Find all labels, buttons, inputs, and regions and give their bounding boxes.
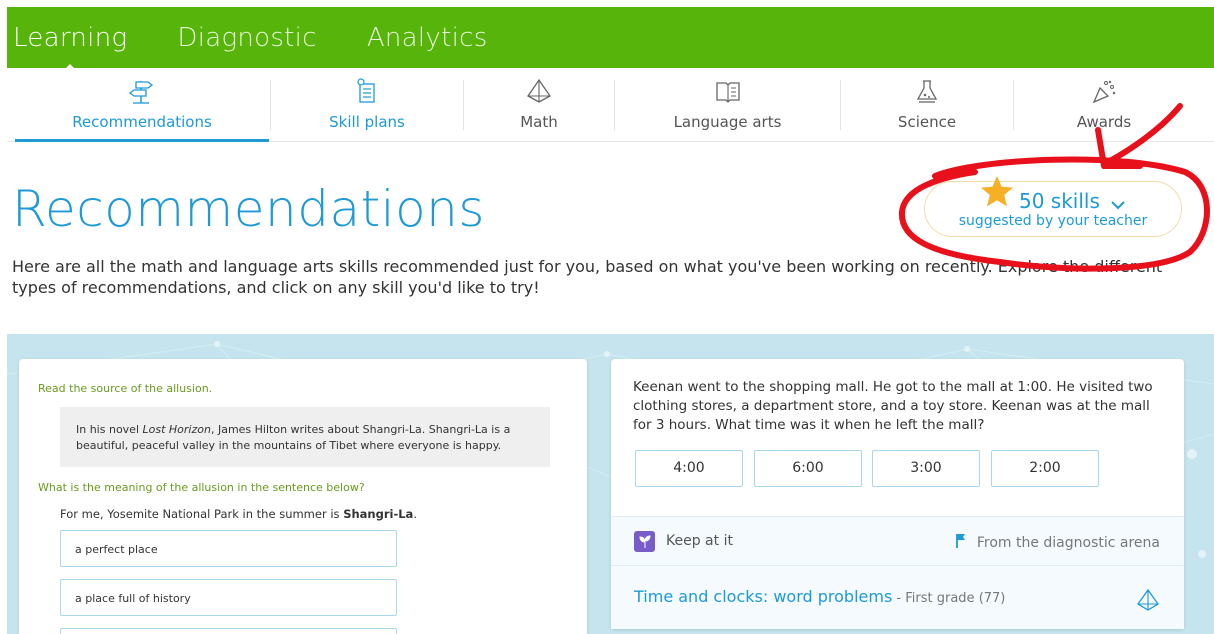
top-nav: Learning Diagnostic Analytics bbox=[7, 7, 532, 72]
signpost-icon bbox=[127, 78, 157, 104]
top-nav-analytics-label: Analytics bbox=[366, 22, 488, 53]
sub-nav-recommendations-label: Recommendations bbox=[72, 113, 212, 131]
sentence-text: For me, Yosemite National Park in the su… bbox=[60, 507, 344, 521]
sub-nav-recommendations[interactable]: Recommendations bbox=[15, 68, 269, 142]
sentence-end: . bbox=[413, 507, 417, 521]
sub-nav-awards-label: Awards bbox=[1076, 113, 1132, 131]
allusion-sentence: For me, Yosemite National Park in the su… bbox=[60, 507, 417, 521]
top-nav-learning[interactable]: Learning bbox=[13, 22, 128, 72]
quote-book-title: Lost Horizon bbox=[142, 423, 211, 436]
question-prompt: What is the meaning of the allusion in t… bbox=[38, 481, 365, 494]
answer-choice[interactable]: a place full of history bbox=[60, 579, 397, 616]
sub-nav-math-label: Math bbox=[520, 113, 558, 131]
sub-nav-language-arts-label: Language arts bbox=[673, 113, 782, 131]
allusion-question-card[interactable]: Read the source of the allusion. In his … bbox=[19, 359, 587, 634]
pyramid-icon bbox=[524, 78, 554, 104]
top-nav-analytics[interactable]: Analytics bbox=[367, 23, 488, 53]
sprout-icon bbox=[634, 531, 655, 552]
star-icon bbox=[979, 174, 1015, 214]
book-icon bbox=[713, 78, 743, 104]
skill-grade: - First grade (77) bbox=[892, 591, 1006, 606]
skill-row: Time and clocks: word problems - First g… bbox=[611, 566, 1184, 629]
sub-nav-skill-plans-label: Skill plans bbox=[329, 113, 405, 131]
sub-nav-skill-plans[interactable]: Skill plans bbox=[271, 68, 463, 141]
answer-button[interactable]: 6:00 bbox=[754, 450, 862, 487]
allusion-source-box: In his novel Lost Horizon, James Hilton … bbox=[60, 407, 550, 467]
flask-icon bbox=[912, 78, 942, 104]
party-popper-icon bbox=[1089, 78, 1119, 104]
sub-nav-language-arts[interactable]: Language arts bbox=[615, 68, 840, 141]
top-nav-diagnostic-label: Diagnostic bbox=[177, 22, 317, 53]
answer-button[interactable]: 4:00 bbox=[635, 450, 743, 487]
skills-badge-subtitle: suggested by your teacher bbox=[958, 213, 1148, 229]
top-nav-learning-label: Learning bbox=[13, 22, 128, 53]
sub-nav-science-label: Science bbox=[897, 113, 957, 131]
sub-nav-science[interactable]: Science bbox=[841, 68, 1013, 141]
skills-count-label: 50 skills bbox=[1019, 189, 1100, 213]
recommendation-meta: Keep at it From the diagnostic arena bbox=[611, 516, 1184, 566]
answer-button[interactable]: 3:00 bbox=[872, 450, 980, 487]
page-title: Recommendations bbox=[12, 180, 485, 238]
sub-nav: Recommendations Skill plans Math Languag… bbox=[7, 68, 1214, 142]
math-question-card[interactable]: Keenan went to the shopping mall. He got… bbox=[611, 359, 1184, 629]
recommendation-type: Keep at it bbox=[666, 533, 733, 549]
quote-text: In his novel bbox=[76, 423, 143, 436]
answer-choice[interactable] bbox=[60, 628, 397, 634]
sub-nav-awards[interactable]: Awards bbox=[1014, 68, 1194, 141]
recommendation-source: From the diagnostic arena bbox=[955, 533, 1160, 553]
answer-button[interactable]: 2:00 bbox=[991, 450, 1099, 487]
skill-link[interactable]: Time and clocks: word problems - First g… bbox=[634, 587, 1005, 606]
skill-plan-icon bbox=[352, 78, 382, 104]
teacher-suggested-skills-button[interactable]: 50 skills suggested by your teacher bbox=[924, 176, 1182, 237]
flag-icon bbox=[955, 533, 977, 553]
skills-count: 50 skills bbox=[1019, 189, 1126, 215]
sub-nav-math[interactable]: Math bbox=[464, 68, 614, 141]
recommendation-source-label: From the diagnostic arena bbox=[976, 535, 1160, 551]
skill-name: Time and clocks: word problems bbox=[634, 587, 893, 606]
word-problem-text: Keenan went to the shopping mall. He got… bbox=[633, 379, 1153, 433]
page-intro: Here are all the math and language arts … bbox=[12, 257, 1163, 297]
answer-choice[interactable]: a perfect place bbox=[60, 530, 397, 567]
question-prompt: Read the source of the allusion. bbox=[38, 382, 213, 395]
top-nav-bar: Learning Diagnostic Analytics bbox=[7, 7, 1214, 72]
pyramid-icon bbox=[1136, 588, 1160, 616]
top-nav-diagnostic[interactable]: Diagnostic bbox=[177, 23, 316, 53]
chevron-down-icon bbox=[1110, 191, 1126, 215]
sentence-allusion: Shangri-La bbox=[343, 507, 414, 521]
